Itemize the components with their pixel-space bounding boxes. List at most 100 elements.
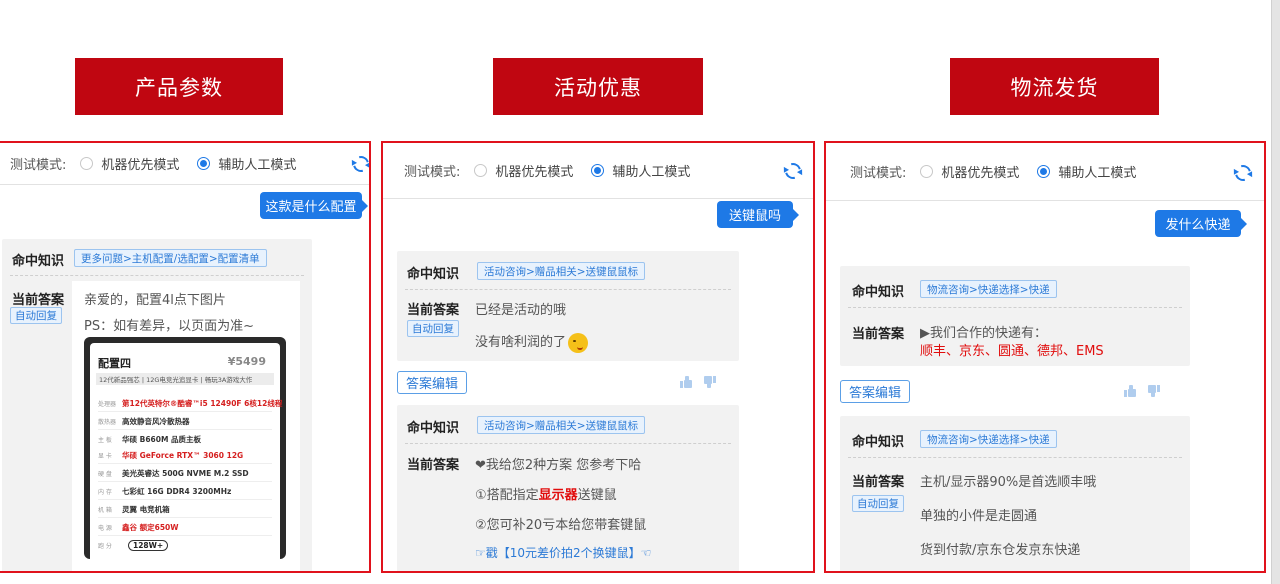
hit-knowledge-label: 命中知识 bbox=[852, 435, 905, 450]
tag-promotions: 活动优惠 bbox=[493, 58, 703, 115]
answer-text-line: 主机/显示器90%是首选顺丰哦 bbox=[920, 475, 1097, 490]
radio-selected-icon bbox=[591, 164, 605, 177]
radio-icon bbox=[920, 165, 934, 178]
answer-card: 命中知识 物流咨询>快递选择>快递 当前答案 自动回复 主机/显示器90%是首选… bbox=[840, 416, 1190, 571]
score-badge: 128W+ bbox=[128, 540, 169, 551]
knowledge-breadcrumb[interactable]: 活动咨询>赠品相关>送键鼠鼠标 bbox=[477, 416, 646, 434]
product-title: 配置四 bbox=[98, 357, 131, 370]
product-price: ¥5499 bbox=[227, 355, 266, 368]
radio-icon bbox=[80, 157, 94, 170]
auto-reply-badge: 自动回复 bbox=[407, 320, 459, 337]
radio-selected-icon bbox=[1037, 165, 1051, 178]
auto-reply-badge: 自动回复 bbox=[10, 307, 62, 324]
hit-knowledge-label: 命中知识 bbox=[852, 285, 905, 300]
thumbs-down-icon[interactable] bbox=[704, 376, 716, 388]
answer-content: 亲爱的，配置4l点下图片 PS：如有差异，以页面为准~ 配置四 ¥5499 12… bbox=[72, 281, 300, 571]
divider bbox=[405, 443, 731, 444]
tag-product-params: 产品参数 bbox=[75, 58, 283, 115]
answer-text-line: ☞戳【10元差价拍2个换键鼠】☜ bbox=[475, 546, 652, 560]
question-bubble: 送键鼠吗 bbox=[717, 201, 799, 228]
spec-row: 跑 分 bbox=[98, 543, 112, 550]
scrollbar[interactable] bbox=[1271, 0, 1280, 584]
radio-label: 机器优先模式 bbox=[495, 165, 574, 180]
answer-text-line: ②您可补20亏本给您带套键鼠 bbox=[475, 518, 647, 533]
spec-row: 硬 盘美光英睿达 500G NVME M.2 SSD bbox=[98, 469, 249, 478]
spec-row: 机 箱灵翼 电竞机箱 bbox=[98, 505, 170, 514]
thumbs-up-icon[interactable] bbox=[1124, 385, 1136, 397]
radio-label: 辅助人工模式 bbox=[1058, 166, 1137, 181]
radio-assist-mode[interactable]: 辅助人工模式 bbox=[1037, 162, 1136, 181]
spec-row: 显 卡华硕 GeForce RTX™ 3060 12G bbox=[98, 451, 244, 460]
answer-text-line: 货到付款/京东仓发京东快递 bbox=[920, 543, 1081, 558]
thumbs-up-icon[interactable] bbox=[680, 376, 692, 388]
divider bbox=[848, 307, 1182, 308]
answer-card: 命中知识 更多问题>主机配置/选配置>配置清单 当前答案 自动回复 亲爱的，配置… bbox=[2, 239, 312, 571]
answer-text-line: 已经是活动的哦 bbox=[475, 303, 567, 318]
radio-label: 机器优先模式 bbox=[101, 158, 180, 173]
knowledge-breadcrumb[interactable]: 活动咨询>赠品相关>送键鼠鼠标 bbox=[477, 262, 646, 280]
edit-answer-button[interactable]: 答案编辑 bbox=[840, 380, 911, 403]
product-config-image[interactable]: 配置四 ¥5499 12代新品强芯 | 12G电竞光追显卡 | 畅玩3A游戏大作… bbox=[84, 337, 286, 559]
spec-row: 处理器 第12代英特尔®酷睿™i5 12490F 6核12线程 bbox=[98, 399, 283, 408]
radio-assist-mode[interactable]: 辅助人工模式 bbox=[197, 154, 296, 173]
knowledge-breadcrumb[interactable]: 物流咨询>快递选择>快递 bbox=[920, 430, 1057, 448]
question-bubble: 发什么快递 bbox=[1155, 210, 1247, 237]
answer-text-line: PS：如有差异，以页面为准~ bbox=[84, 319, 254, 334]
emoji-icon bbox=[568, 332, 589, 353]
auto-reply-badge: 自动回复 bbox=[852, 495, 904, 512]
answer-text-line: ①搭配指定显示器送键鼠 bbox=[475, 488, 617, 503]
answer-card: 命中知识 活动咨询>赠品相关>送键鼠鼠标 当前答案 自动回复 已经是活动的哦 没… bbox=[397, 251, 739, 361]
refresh-icon[interactable] bbox=[1232, 162, 1254, 184]
radio-icon bbox=[474, 164, 488, 177]
mode-header: 测试模式: 机器优先模式 辅助人工模式 bbox=[383, 143, 813, 199]
edit-answer-button[interactable]: 答案编辑 bbox=[397, 371, 468, 394]
radio-machine-priority[interactable]: 机器优先模式 bbox=[474, 161, 573, 180]
mode-label: 测试模式: bbox=[850, 166, 907, 181]
radio-selected-icon bbox=[197, 157, 211, 170]
answer-text-line: 亲爱的，配置4l点下图片 bbox=[84, 293, 226, 308]
mode-header: 测试模式: 机器优先模式 辅助人工模式 bbox=[0, 143, 369, 185]
product-subtitle: 12代新品强芯 | 12G电竞光追显卡 | 畅玩3A游戏大作 bbox=[96, 373, 274, 385]
current-answer-label: 当前答案 bbox=[407, 458, 460, 473]
current-answer-label: 当前答案 bbox=[12, 293, 65, 308]
spec-row: 内 存七彩虹 16G DDR4 3200MHz bbox=[98, 487, 232, 496]
mode-header: 测试模式: 机器优先模式 辅助人工模式 bbox=[826, 143, 1264, 201]
spec-row: 主 板华硕 B660M 品质主板 bbox=[98, 435, 202, 444]
radio-machine-priority[interactable]: 机器优先模式 bbox=[80, 154, 179, 173]
current-answer-label: 当前答案 bbox=[407, 303, 460, 318]
answer-text-line: 单独的小件是走圆通 bbox=[920, 509, 1038, 524]
chat-panel-promotions: 测试模式: 机器优先模式 辅助人工模式 送键鼠吗 命中知识 活动咨询>赠品相关>… bbox=[381, 141, 815, 573]
chat-panel-logistics: 测试模式: 机器优先模式 辅助人工模式 发什么快递 命中知识 物流咨询>快递选择… bbox=[824, 141, 1266, 573]
knowledge-breadcrumb[interactable]: 更多问题>主机配置/选配置>配置清单 bbox=[74, 249, 267, 267]
mode-label: 测试模式: bbox=[10, 158, 67, 173]
spec-row: 电 源鑫谷 额定650W bbox=[98, 523, 179, 532]
knowledge-breadcrumb[interactable]: 物流咨询>快递选择>快递 bbox=[920, 280, 1057, 298]
question-bubble: 这款是什么配置 bbox=[260, 192, 368, 219]
answer-text-line: ▶我们合作的快递有： bbox=[920, 326, 1047, 341]
product-card: 配置四 ¥5499 12代新品强芯 | 12G电竞光追显卡 | 畅玩3A游戏大作… bbox=[90, 343, 283, 559]
answer-card: 命中知识 活动咨询>赠品相关>送键鼠鼠标 当前答案 ❤我给您2种方案 您参考下哈… bbox=[397, 405, 739, 571]
divider bbox=[848, 457, 1182, 458]
hit-knowledge-label: 命中知识 bbox=[407, 267, 460, 282]
answer-card: 命中知识 物流咨询>快递选择>快递 当前答案 ▶我们合作的快递有： 顺丰、京东、… bbox=[840, 266, 1190, 366]
divider bbox=[10, 275, 304, 276]
radio-assist-mode[interactable]: 辅助人工模式 bbox=[591, 161, 690, 180]
refresh-icon[interactable] bbox=[350, 153, 369, 175]
tag-logistics: 物流发货 bbox=[950, 58, 1159, 115]
mode-label: 测试模式: bbox=[404, 165, 461, 180]
answer-text-line: ❤我给您2种方案 您参考下哈 bbox=[475, 458, 642, 473]
courier-list: 顺丰、京东、圆通、德邦、EMS bbox=[920, 344, 1104, 359]
current-answer-label: 当前答案 bbox=[852, 327, 905, 342]
radio-label: 辅助人工模式 bbox=[612, 165, 691, 180]
chat-panel-product: 测试模式: 机器优先模式 辅助人工模式 这款是什么配置 命中知识 更多问题>主机… bbox=[0, 141, 371, 573]
radio-machine-priority[interactable]: 机器优先模式 bbox=[920, 162, 1019, 181]
hit-knowledge-label: 命中知识 bbox=[12, 254, 65, 269]
spec-row: 散热器 高效静音风冷散热器 bbox=[98, 417, 190, 426]
hit-knowledge-label: 命中知识 bbox=[407, 421, 460, 436]
thumbs-down-icon[interactable] bbox=[1148, 385, 1160, 397]
divider bbox=[405, 289, 731, 290]
current-answer-label: 当前答案 bbox=[852, 475, 905, 490]
answer-text-line: 没有啥利润的了 bbox=[475, 331, 589, 353]
refresh-icon[interactable] bbox=[782, 160, 804, 182]
radio-label: 机器优先模式 bbox=[941, 166, 1020, 181]
